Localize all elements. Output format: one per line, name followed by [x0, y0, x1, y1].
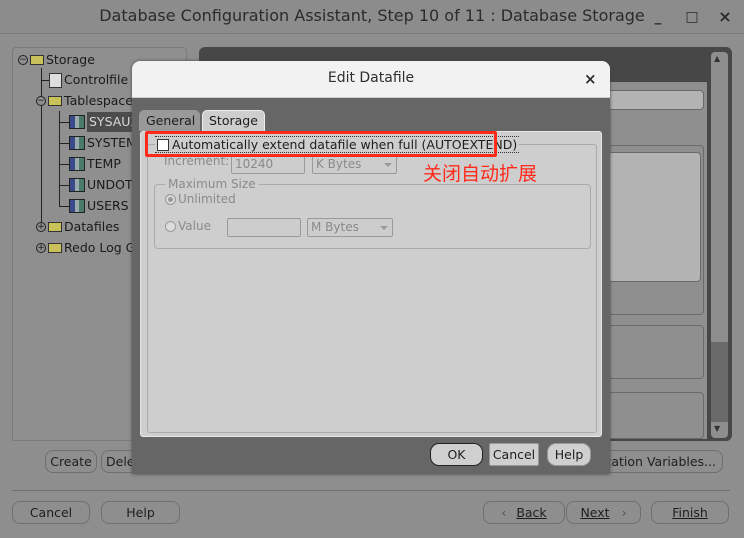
value-radio[interactable]: Value	[165, 219, 211, 233]
divider	[12, 490, 730, 491]
tablespace-icon	[69, 115, 85, 129]
vertical-scrollbar[interactable]: ▲ ▼	[711, 52, 728, 438]
chevron-right-icon: ›	[621, 505, 627, 520]
tablespace-icon	[69, 136, 85, 150]
increment-unit-select[interactable]: K Bytes	[312, 155, 397, 174]
maximum-size-group: Maximum Size Unlimited Value M Bytes	[154, 177, 591, 249]
dialog-help-button[interactable]: Help	[547, 443, 591, 466]
tree-label: Datafiles	[64, 219, 120, 234]
help-button[interactable]: Help	[101, 501, 180, 524]
back-button[interactable]: ‹ Back	[483, 501, 565, 524]
annotation-highlight-box	[145, 131, 497, 157]
folder-icon	[48, 243, 62, 253]
tree-label: USERS	[87, 198, 129, 213]
max-size-unit-value: M Bytes	[311, 220, 359, 234]
dialog-header: Edit Datafile ×	[132, 61, 610, 98]
tree-node-controlfile[interactable]: Controlfile	[49, 70, 128, 90]
scrollbar-thumb[interactable]	[711, 342, 728, 422]
tree-label: SYSTEM	[87, 135, 137, 150]
dialog-cancel-button[interactable]: Cancel	[489, 443, 539, 466]
tree-node-tablespaces[interactable]: − Tablespaces	[36, 91, 140, 111]
tree-label: Controlfile	[64, 72, 129, 87]
chevron-down-icon	[380, 226, 388, 230]
increment-unit-value: K Bytes	[316, 157, 362, 171]
folder-icon	[48, 96, 62, 106]
minimize-button[interactable]: _	[649, 8, 667, 26]
max-size-value-input[interactable]	[227, 218, 301, 237]
chevron-down-icon	[384, 163, 392, 167]
max-size-unit-select[interactable]: M Bytes	[307, 218, 393, 237]
dialog-title: Edit Datafile	[327, 70, 415, 86]
cancel-button[interactable]: Cancel	[12, 501, 90, 524]
folder-icon	[48, 222, 62, 232]
maximize-button[interactable]: □	[683, 8, 701, 26]
tree-node-system[interactable]: SYSTEM	[69, 133, 137, 153]
create-button[interactable]: Create	[45, 450, 97, 473]
table[interactable]	[607, 152, 701, 282]
folder-icon	[30, 55, 44, 65]
group-box	[607, 392, 704, 439]
tablespace-icon	[69, 178, 85, 192]
next-label: Next	[580, 505, 610, 520]
scroll-down-icon[interactable]: ▼	[714, 424, 720, 433]
autoextend-group: Automatically extend datafile when full …	[147, 136, 597, 433]
unlimited-label: Unlimited	[178, 192, 236, 206]
dialog-close-icon[interactable]: ×	[584, 70, 597, 88]
tree-label: Tablespaces	[64, 93, 140, 108]
unlimited-radio[interactable]: Unlimited	[165, 192, 236, 206]
close-button[interactable]: ×	[716, 8, 734, 26]
ok-button[interactable]: OK	[430, 443, 483, 466]
controlfile-icon	[49, 72, 62, 88]
expand-icon[interactable]: +	[36, 243, 46, 253]
tablespace-icon	[69, 157, 85, 171]
text-field[interactable]	[607, 90, 704, 110]
collapse-icon[interactable]: −	[36, 96, 46, 106]
tree-node-datafiles[interactable]: + Datafiles	[36, 217, 119, 237]
group-box	[607, 325, 704, 379]
annotation-text: 关闭自动扩展	[423, 163, 538, 185]
tree-label: Storage	[46, 52, 95, 67]
finish-button[interactable]: Finish	[651, 501, 729, 524]
tree-label: TEMP	[87, 156, 121, 171]
tree-node-storage[interactable]: − Storage	[18, 50, 95, 70]
tree-node-temp[interactable]: TEMP	[69, 154, 121, 174]
tab-storage[interactable]: Storage	[202, 110, 265, 131]
edit-datafile-dialog: Edit Datafile × General Storage Automati…	[132, 61, 610, 474]
back-label: Back	[516, 505, 547, 520]
chevron-left-icon: ‹	[501, 505, 507, 520]
next-button[interactable]: Next ›	[566, 501, 641, 524]
tablespace-icon	[69, 199, 85, 213]
radio-selected-icon	[165, 194, 176, 205]
scroll-up-icon[interactable]: ▲	[714, 54, 720, 63]
collapse-icon[interactable]: −	[18, 55, 28, 65]
expand-icon[interactable]: +	[36, 222, 46, 232]
title-bar: Database Configuration Assistant, Step 1…	[0, 0, 744, 34]
tree-node-users[interactable]: USERS	[69, 196, 129, 216]
maximum-size-label: Maximum Size	[165, 177, 259, 191]
increment-input[interactable]: 10240	[231, 155, 305, 174]
window-title: Database Configuration Assistant, Step 1…	[99, 6, 645, 25]
value-label: Value	[178, 219, 211, 233]
radio-icon	[165, 221, 176, 232]
tab-general[interactable]: General	[139, 110, 200, 131]
tree-node-sysaux[interactable]: SYSAUX	[69, 112, 141, 132]
